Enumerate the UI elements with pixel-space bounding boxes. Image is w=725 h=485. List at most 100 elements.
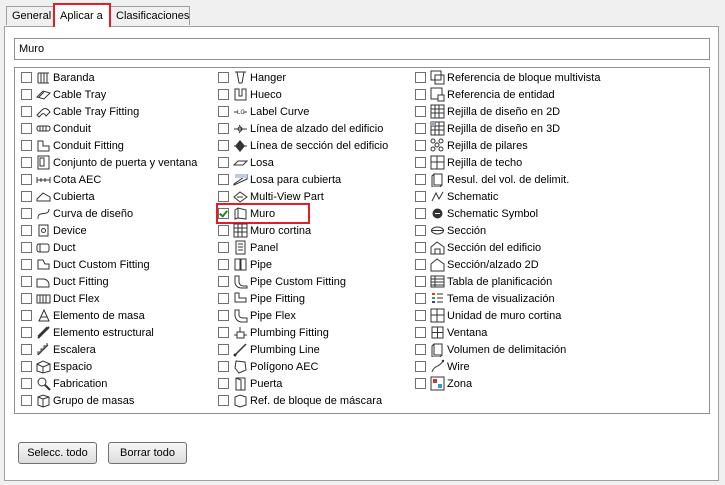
object-type-item[interactable]: Muro bbox=[216, 203, 310, 224]
tab-aplicar-a[interactable]: Aplicar a bbox=[53, 3, 111, 27]
object-type-item[interactable]: Device bbox=[21, 222, 221, 239]
object-type-item[interactable]: Rejilla de diseño en 3D bbox=[415, 120, 705, 137]
checkbox[interactable] bbox=[21, 293, 32, 304]
checkbox[interactable] bbox=[218, 344, 229, 355]
checkbox[interactable] bbox=[21, 208, 32, 219]
object-type-item[interactable]: Pipe Flex bbox=[218, 307, 418, 324]
object-type-item[interactable]: Schematic bbox=[415, 188, 705, 205]
object-type-item[interactable]: Wire bbox=[415, 358, 705, 375]
checkbox[interactable] bbox=[21, 327, 32, 338]
object-type-item[interactable]: Pipe Custom Fitting bbox=[218, 273, 418, 290]
object-type-item[interactable]: Referencia de entidad bbox=[415, 86, 705, 103]
object-type-item[interactable]: Tema de visualización bbox=[415, 290, 705, 307]
checkbox[interactable] bbox=[415, 259, 426, 270]
checkbox[interactable] bbox=[415, 106, 426, 117]
object-type-item[interactable]: Schematic Symbol bbox=[415, 205, 705, 222]
checkbox[interactable] bbox=[218, 106, 229, 117]
object-type-item[interactable]: Unidad de muro cortina bbox=[415, 307, 705, 324]
checkbox[interactable] bbox=[218, 276, 229, 287]
object-type-item[interactable]: Sección bbox=[415, 222, 705, 239]
object-type-item[interactable]: Polígono AEC bbox=[218, 358, 418, 375]
object-type-item[interactable]: Duct Fitting bbox=[21, 273, 221, 290]
object-type-list[interactable]: Baranda Cable Tray Cable Tray Fitting Condu… bbox=[14, 67, 710, 414]
checkbox[interactable] bbox=[415, 293, 426, 304]
checkbox[interactable] bbox=[21, 72, 32, 83]
checkbox[interactable] bbox=[218, 208, 229, 219]
object-type-item[interactable]: Sección/alzado 2D bbox=[415, 256, 705, 273]
checkbox[interactable] bbox=[21, 123, 32, 134]
object-type-item[interactable]: Referencia de bloque multivista bbox=[415, 69, 705, 86]
checkbox[interactable] bbox=[415, 123, 426, 134]
object-type-item[interactable]: Zona bbox=[415, 375, 705, 392]
checkbox[interactable] bbox=[218, 89, 229, 100]
object-type-item[interactable]: Duct Flex bbox=[21, 290, 221, 307]
object-type-item[interactable]: Elemento estructural bbox=[21, 324, 221, 341]
checkbox[interactable] bbox=[21, 191, 32, 202]
object-type-item[interactable]: Curva de diseño bbox=[21, 205, 221, 222]
checkbox[interactable] bbox=[218, 242, 229, 253]
checkbox[interactable] bbox=[415, 242, 426, 253]
checkbox[interactable] bbox=[218, 310, 229, 321]
object-type-item[interactable]: Losa bbox=[218, 154, 418, 171]
checkbox[interactable] bbox=[218, 191, 229, 202]
checkbox[interactable] bbox=[21, 140, 32, 151]
checkbox[interactable] bbox=[415, 174, 426, 185]
object-type-item[interactable]: Losa para cubierta bbox=[218, 171, 418, 188]
checkbox[interactable] bbox=[415, 310, 426, 321]
object-type-item[interactable]: Rejilla de pilares bbox=[415, 137, 705, 154]
object-type-item[interactable]: Multi-View Part bbox=[218, 188, 418, 205]
checkbox[interactable] bbox=[21, 344, 32, 355]
object-type-item[interactable]: Conjunto de puerta y ventana bbox=[21, 154, 221, 171]
object-type-item[interactable]: Cable Tray bbox=[21, 86, 221, 103]
object-type-item[interactable]: Resul. del vol. de delimit. bbox=[415, 171, 705, 188]
checkbox[interactable] bbox=[415, 225, 426, 236]
checkbox[interactable] bbox=[218, 293, 229, 304]
checkbox[interactable] bbox=[218, 123, 229, 134]
checkbox[interactable] bbox=[218, 327, 229, 338]
select-all-button[interactable]: Selecc. todo bbox=[18, 442, 97, 464]
object-type-item[interactable]: Línea de alzado del edificio bbox=[218, 120, 418, 137]
checkbox[interactable] bbox=[21, 225, 32, 236]
checkbox[interactable] bbox=[21, 157, 32, 168]
checkbox[interactable] bbox=[218, 259, 229, 270]
object-type-item[interactable]: Ref. de bloque de máscara bbox=[218, 392, 418, 409]
object-type-item[interactable]: Hueco bbox=[218, 86, 418, 103]
checkbox[interactable] bbox=[218, 225, 229, 236]
checkbox[interactable] bbox=[415, 191, 426, 202]
checkbox[interactable] bbox=[218, 395, 229, 406]
object-type-item[interactable]: Hanger bbox=[218, 69, 418, 86]
checkbox[interactable] bbox=[415, 72, 426, 83]
checkbox[interactable] bbox=[21, 395, 32, 406]
tab-general[interactable]: General bbox=[6, 6, 54, 25]
checkbox[interactable] bbox=[21, 106, 32, 117]
object-type-item[interactable]: Ventana bbox=[415, 324, 705, 341]
object-type-item[interactable]: Espacio bbox=[21, 358, 221, 375]
object-type-item[interactable]: Duct bbox=[21, 239, 221, 256]
tab-clasificaciones[interactable]: Clasificaciones bbox=[110, 6, 190, 25]
object-type-item[interactable]: Plumbing Fitting bbox=[218, 324, 418, 341]
object-type-item[interactable]: Conduit bbox=[21, 120, 221, 137]
checkbox[interactable] bbox=[218, 140, 229, 151]
clear-all-button[interactable]: Borrar todo bbox=[108, 442, 187, 464]
object-type-item[interactable]: Grupo de masas bbox=[21, 392, 221, 409]
object-type-item[interactable]: Pipe bbox=[218, 256, 418, 273]
object-type-item[interactable]: Pipe Fitting bbox=[218, 290, 418, 307]
object-type-item[interactable]: Cubierta bbox=[21, 188, 221, 205]
object-type-item[interactable]: Cota AEC bbox=[21, 171, 221, 188]
object-type-item[interactable]: Fabrication bbox=[21, 375, 221, 392]
object-type-item[interactable]: Puerta bbox=[218, 375, 418, 392]
object-type-item[interactable]: Escalera bbox=[21, 341, 221, 358]
object-type-item[interactable]: Elemento de masa bbox=[21, 307, 221, 324]
checkbox[interactable] bbox=[21, 361, 32, 372]
checkbox[interactable] bbox=[21, 310, 32, 321]
object-type-item[interactable]: Volumen de delimitación bbox=[415, 341, 705, 358]
object-type-item[interactable]: Rejilla de techo bbox=[415, 154, 705, 171]
checkbox[interactable] bbox=[218, 361, 229, 372]
checkbox[interactable] bbox=[218, 72, 229, 83]
checkbox[interactable] bbox=[218, 378, 229, 389]
checkbox[interactable] bbox=[415, 140, 426, 151]
checkbox[interactable] bbox=[218, 174, 229, 185]
checkbox[interactable] bbox=[415, 208, 426, 219]
object-type-item[interactable]: Baranda bbox=[21, 69, 221, 86]
checkbox[interactable] bbox=[21, 378, 32, 389]
